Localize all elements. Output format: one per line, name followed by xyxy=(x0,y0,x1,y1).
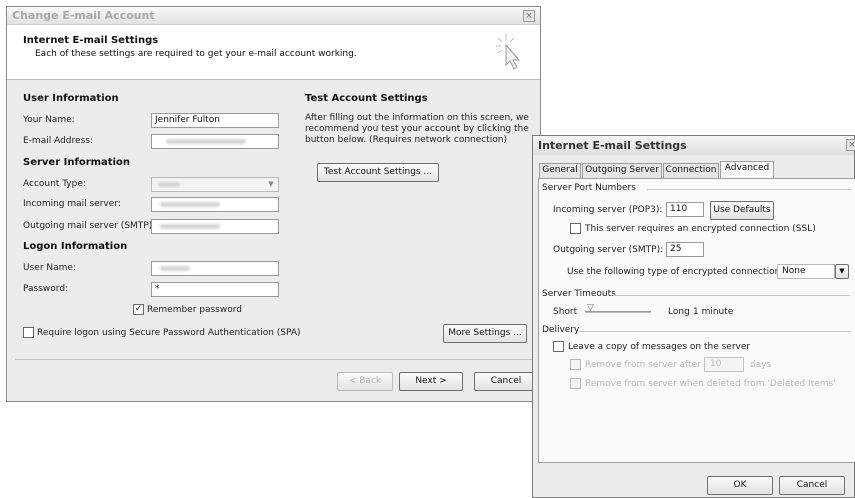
cancel-button[interactable]: Cancel xyxy=(474,372,538,391)
dialog-header: Internet E-mail Settings Each of these s… xyxy=(7,25,540,80)
remove-deleted-label: Remove from server when deleted from 'De… xyxy=(585,379,836,389)
test-description-line1: After filling out the information on thi… xyxy=(305,113,529,123)
change-email-account-dialog: Change E-mail Account × Internet E-mail … xyxy=(6,6,541,402)
tab-advanced[interactable]: Advanced xyxy=(720,161,774,179)
email-address-label: E-mail Address: xyxy=(23,136,93,146)
test-description-line3: button below. (Requires network connecti… xyxy=(305,135,507,145)
spa-checkbox[interactable] xyxy=(23,327,34,338)
outgoing-port-input[interactable]: 25 xyxy=(666,242,704,257)
delivery-group-label: Delivery xyxy=(542,325,580,335)
remove-after-label: Remove from server after xyxy=(585,360,701,370)
incoming-port-input[interactable]: 110 xyxy=(666,202,704,217)
leave-copy-label: Leave a copy of messages on the server xyxy=(568,342,751,352)
remove-deleted-checkbox[interactable] xyxy=(570,378,581,389)
timeout-short-label: Short xyxy=(553,307,578,317)
timeout-slider[interactable] xyxy=(585,311,651,313)
user-info-heading: User Information xyxy=(23,93,119,104)
server-ports-group-label: Server Port Numbers xyxy=(542,183,636,193)
internet-email-settings-dialog: Internet E-mail Settings × General Outgo… xyxy=(532,135,855,498)
window-title: Internet E-mail Settings xyxy=(538,139,687,152)
redacted-text xyxy=(160,202,220,207)
header-subtitle: Each of these settings are required to g… xyxy=(35,49,357,59)
redacted-text xyxy=(160,266,190,271)
ssl-label: This server requires an encrypted connec… xyxy=(585,224,816,234)
wizard-cursor-icon xyxy=(496,33,521,70)
password-label: Password: xyxy=(23,284,69,294)
title-bar: Change E-mail Account × xyxy=(7,7,540,25)
your-name-label: Your Name: xyxy=(23,115,75,125)
days-label: days xyxy=(750,360,772,370)
user-name-input[interactable] xyxy=(151,261,279,276)
password-input[interactable]: * xyxy=(151,282,279,297)
title-bar: Internet E-mail Settings × xyxy=(533,136,855,155)
tab-connection[interactable]: Connection xyxy=(663,163,719,178)
test-account-settings-button[interactable]: Test Account Settings ... xyxy=(317,163,439,182)
account-type-dropdown[interactable]: ▼ xyxy=(151,177,279,192)
server-info-heading: Server Information xyxy=(23,157,130,168)
use-defaults-button[interactable]: Use Defaults xyxy=(710,201,774,220)
logon-info-heading: Logon Information xyxy=(23,241,128,252)
group-line xyxy=(579,331,850,332)
ssl-checkbox[interactable] xyxy=(570,223,581,234)
close-icon[interactable]: × xyxy=(846,139,855,151)
incoming-server-input[interactable] xyxy=(151,197,279,212)
chevron-down-icon[interactable]: ▼ xyxy=(835,264,849,279)
timeout-long-label: Long xyxy=(668,307,690,317)
close-icon[interactable]: × xyxy=(523,10,535,22)
email-address-input[interactable] xyxy=(151,134,279,149)
outgoing-server-label: Outgoing mail server (SMTP): xyxy=(23,221,156,231)
test-settings-heading: Test Account Settings xyxy=(305,93,428,104)
slider-thumb[interactable]: ▽ xyxy=(587,303,594,313)
group-line xyxy=(613,295,850,296)
tab-general[interactable]: General xyxy=(539,163,581,178)
more-settings-button[interactable]: More Settings ... xyxy=(443,324,527,343)
account-type-label: Account Type: xyxy=(23,179,86,189)
encryption-type-label: Use the following type of encrypted conn… xyxy=(567,267,784,277)
ok-button[interactable]: OK xyxy=(707,476,773,495)
remove-after-checkbox[interactable] xyxy=(570,359,581,370)
leave-copy-checkbox[interactable] xyxy=(553,341,564,352)
next-button[interactable]: Next > xyxy=(399,372,463,391)
user-name-label: User Name: xyxy=(23,263,76,273)
redacted-text xyxy=(158,182,180,187)
spa-label: Require logon using Secure Password Auth… xyxy=(37,328,301,338)
encryption-type-dropdown[interactable]: None xyxy=(777,264,835,279)
incoming-port-label: Incoming server (POP3): xyxy=(553,205,663,215)
header-title: Internet E-mail Settings xyxy=(23,35,159,46)
redacted-text xyxy=(166,139,246,144)
encryption-type-value: None xyxy=(782,266,806,276)
outgoing-server-input[interactable] xyxy=(151,219,279,234)
remember-password-checkbox[interactable]: ✓ xyxy=(133,304,144,315)
remember-password-label: Remember password xyxy=(147,305,242,315)
tab-outgoing-server[interactable]: Outgoing Server xyxy=(582,163,662,178)
advanced-tab-panel: Server Port Numbers Incoming server (POP… xyxy=(538,178,855,463)
group-line xyxy=(647,189,850,190)
outgoing-port-label: Outgoing server (SMTP): xyxy=(553,245,664,255)
chevron-down-icon: ▼ xyxy=(268,180,274,188)
window-title: Change E-mail Account xyxy=(12,9,155,22)
redacted-text xyxy=(160,224,220,229)
test-description-line2: recommend you test your account by click… xyxy=(305,124,529,134)
timeout-value: 1 minute xyxy=(693,307,734,317)
footer-divider xyxy=(15,359,532,360)
cancel-button[interactable]: Cancel xyxy=(779,476,845,495)
back-button[interactable]: < Back xyxy=(337,372,393,391)
incoming-server-label: Incoming mail server: xyxy=(23,199,121,209)
your-name-input[interactable]: Jennifer Fulton xyxy=(151,113,279,128)
timeouts-group-label: Server Timeouts xyxy=(542,289,616,299)
remove-after-days-input[interactable]: 10 xyxy=(704,357,744,372)
